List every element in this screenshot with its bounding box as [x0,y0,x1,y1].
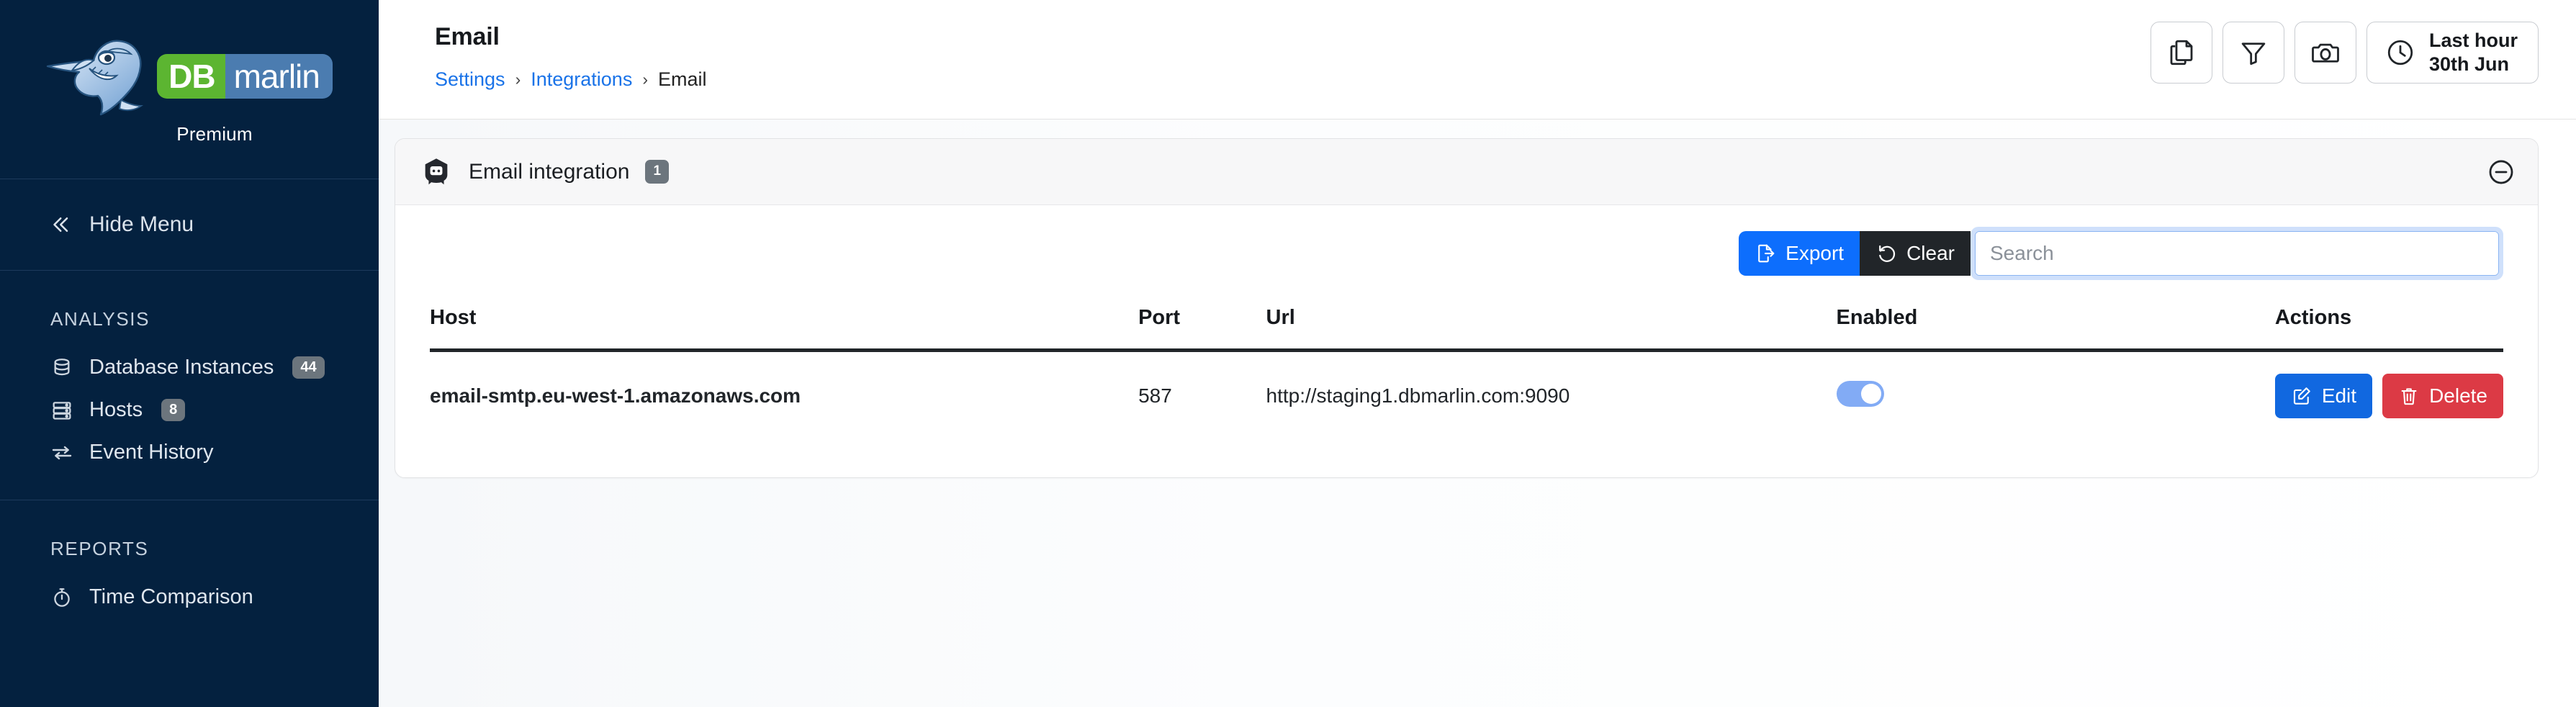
main-content: Email Settings › Integrations › Email La… [379,0,2576,707]
copy-pages-icon [2170,40,2193,66]
brand-logo-block[interactable]: DB marlin Premium [0,0,379,179]
database-icon [54,358,70,375]
nav-section-title-reports: REPORTS [50,538,149,559]
table-header-row: Host Port Url Enabled Actions [430,306,2503,352]
undo-arrow-icon [1879,245,1896,262]
breadcrumb-separator-1: › [515,70,521,89]
hide-menu-label: Hide Menu [89,212,194,236]
clear-button-label: Clear [1906,242,1955,264]
server-rack-icon [53,401,71,420]
app-root: DB marlin Premium Hide Menu ANALYSIS Dat… [0,0,2576,707]
sidebar-item-label-hosts: Hosts [89,398,143,421]
panel-collapse-button[interactable] [2486,157,2516,187]
nav-section-title-analysis: ANALYSIS [50,308,150,330]
top-bar-actions: Last hour 30th Jun [2150,17,2539,84]
sidebar-item-database-instances[interactable]: Database Instances 44 [0,346,379,389]
column-header-enabled[interactable]: Enabled [1836,306,2275,352]
table-body: email-smtp.eu-west-1.amazonaws.com 587 h… [430,351,2503,442]
page-title: Email [435,23,500,50]
column-header-url[interactable]: Url [1266,306,1837,352]
search-input[interactable] [1975,231,2499,276]
nav-section-analysis: ANALYSIS Database Instances 44 Hosts 8 E… [0,271,379,474]
breadcrumb-link-integrations[interactable]: Integrations [531,68,632,91]
export-button-label: Export [1785,242,1845,264]
export-file-icon [1758,244,1775,263]
brand-wordmark: DB marlin [157,53,333,99]
search-box [1971,227,2503,280]
sidebar-item-time-comparison[interactable]: Time Comparison [0,576,379,618]
top-bar-left: Email Settings › Integrations › Email [435,17,707,91]
clock-icon [2387,40,2413,66]
panel-title: Email integration [469,159,630,184]
delete-button-label: Delete [2429,384,2487,407]
top-bar: Email Settings › Integrations › Email La… [379,0,2576,120]
email-integration-panel: Email integration 1 Export Clear Search … [395,138,2539,478]
panel-header-left: Email integration 1 [420,156,670,189]
cell-port: 587 [1138,384,1172,407]
column-header-port[interactable]: Port [1138,306,1266,352]
brand-db-text: DB [157,53,225,99]
toggle-knob [1860,383,1881,404]
sidebar-badge-hosts: 8 [161,399,186,421]
edit-button[interactable]: Edit [2274,374,2373,418]
time-range-text: Last hour 30th Jun [2429,29,2518,76]
breadcrumb: Settings › Integrations › Email [435,68,707,91]
time-range-line2: 30th Jun [2428,53,2510,75]
sidebar-item-label-time-comparison: Time Comparison [89,585,253,608]
panel-header: Email integration 1 [395,139,2538,205]
hide-menu-button[interactable]: Hide Menu [0,179,379,270]
panel-count-badge: 1 [645,160,670,184]
content-area: Email integration 1 Export Clear Search … [379,120,2576,707]
brand-logo-row: DB marlin [46,34,333,119]
exchange-arrows-icon [52,446,72,459]
cell-url: http://staging1.dbmarlin.com:9090 [1266,384,1570,407]
marlin-fish-logo [46,40,144,115]
sidebar-badge-database-instances: 44 [292,356,325,379]
time-range-line1: Last hour [2428,30,2518,52]
sidebar-item-hosts[interactable]: Hosts 8 [0,389,379,431]
cell-enabled [1836,351,2275,442]
edit-button-label: Edit [2321,384,2357,407]
table-head: Host Port Url Enabled Actions [430,306,2503,352]
snapshot-button[interactable] [2294,22,2356,84]
breadcrumb-separator-2: › [642,70,648,89]
integrations-table: Host Port Url Enabled Actions email-smtp… [430,306,2503,441]
brand-marlin-text: marlin [225,53,333,99]
row-actions: Edit Delete [2274,374,2503,418]
email-envelope-icon [425,158,448,184]
stopwatch-icon [54,587,70,607]
nav-section-reports: REPORTS Time Comparison [0,500,379,618]
camera-icon [2312,43,2339,63]
chevron-double-left-icon [53,217,68,232]
sidebar-item-label-database-instances: Database Instances [89,356,274,379]
cell-actions: Edit Delete [2274,351,2503,442]
sidebar-item-label-event-history: Event History [89,441,214,464]
pencil-square-icon [2293,387,2310,405]
copy-button[interactable] [2150,22,2212,84]
breadcrumb-current-email: Email [658,68,707,90]
panel-body: Export Clear Search Host Port Url Enable… [395,205,2538,477]
cell-host: email-smtp.eu-west-1.amazonaws.com [430,384,801,407]
column-header-host[interactable]: Host [430,306,1139,352]
table-row: email-smtp.eu-west-1.amazonaws.com 587 h… [430,351,2503,442]
table-toolbar: Export Clear [430,227,2503,280]
filter-button[interactable] [2222,22,2284,84]
brand-tier-label: Premium [176,122,253,145]
clear-button[interactable]: Clear [1860,231,1971,276]
sidebar-item-event-history[interactable]: Event History [0,431,379,474]
trash-icon [2401,388,2417,405]
delete-button[interactable]: Delete [2382,374,2503,418]
enabled-toggle[interactable] [1836,380,1884,407]
breadcrumb-link-settings[interactable]: Settings [435,68,505,91]
column-header-actions: Actions [2274,306,2503,352]
export-button[interactable]: Export [1739,231,1860,276]
time-range-picker[interactable]: Last hour 30th Jun [2366,22,2539,84]
minus-circle-icon [2489,160,2513,184]
funnel-filter-icon [2241,42,2266,66]
sidebar: DB marlin Premium Hide Menu ANALYSIS Dat… [0,0,379,707]
